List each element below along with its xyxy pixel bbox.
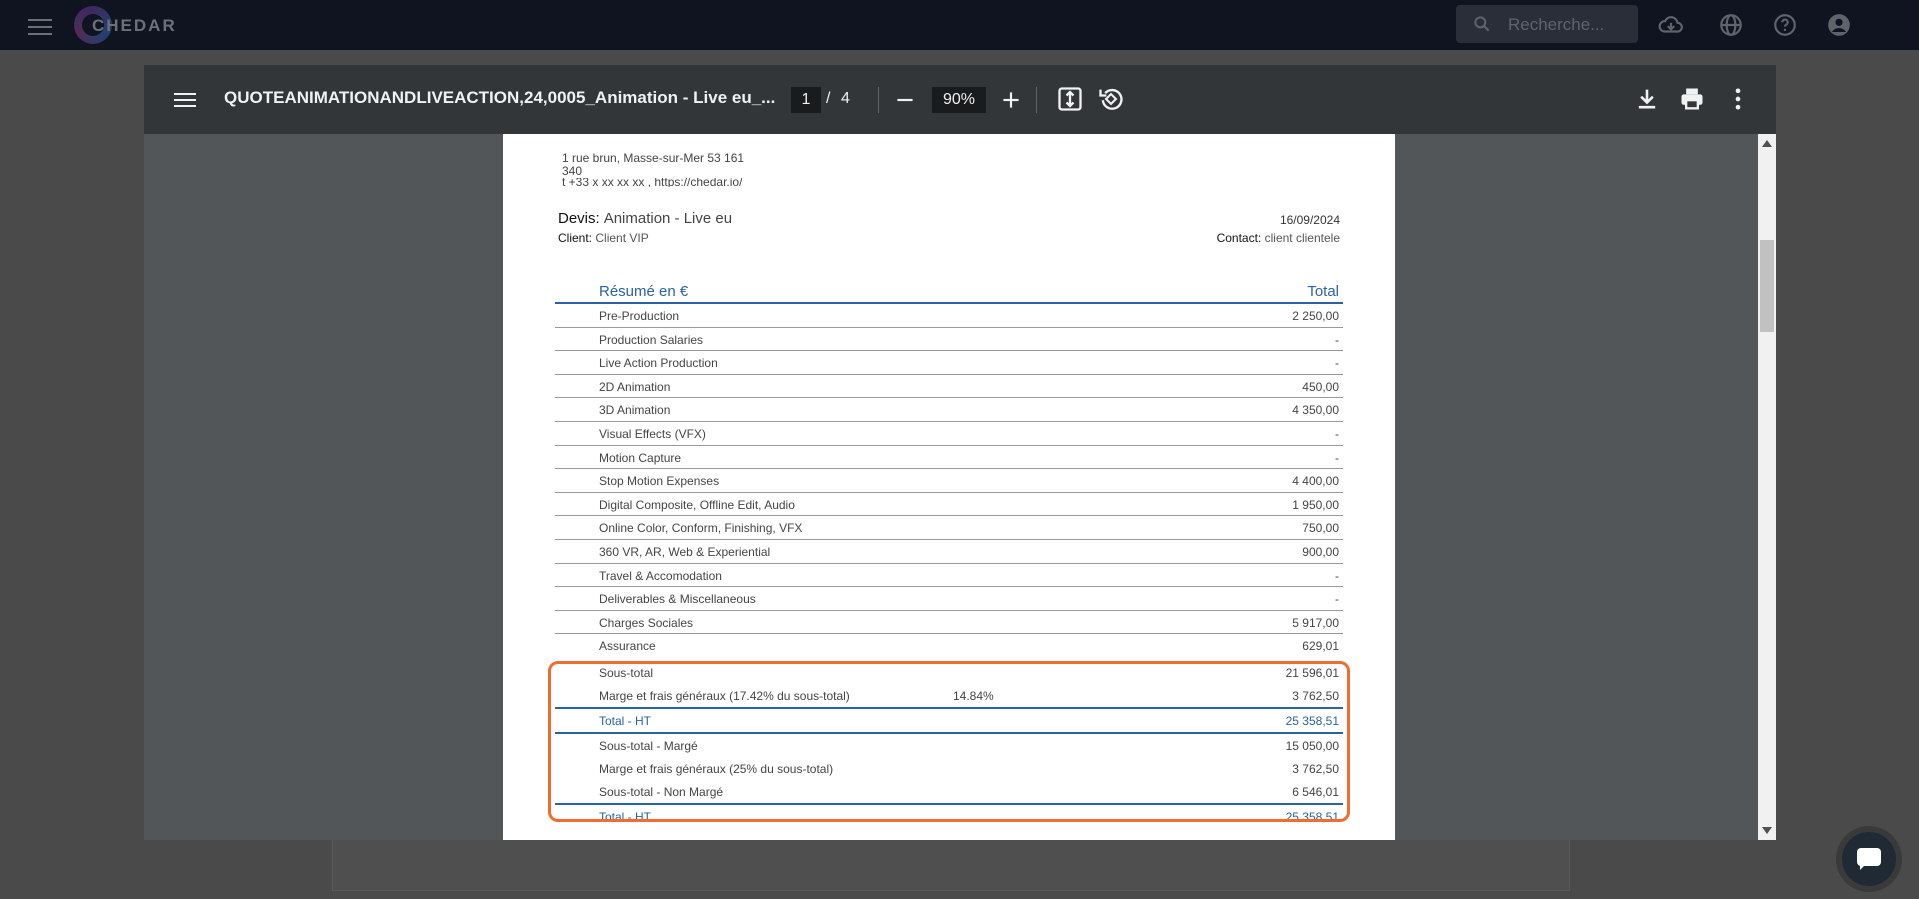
globe-icon[interactable] <box>1718 12 1744 38</box>
vertical-scrollbar[interactable] <box>1758 134 1776 840</box>
more-vert-icon[interactable] <box>1724 85 1752 113</box>
print-icon[interactable] <box>1678 85 1706 113</box>
table-row: Live Action Production - <box>555 351 1343 375</box>
page-number-input[interactable]: 1 <box>791 87 821 113</box>
company-address: 1 rue brun, Masse-sur-Mer 53 161 340 <box>562 151 745 178</box>
table-row: Visual Effects (VFX) - <box>555 422 1343 446</box>
contact-info: Contact: client clientele <box>1216 231 1340 245</box>
table-row: 360 VR, AR, Web & Experiential 900,00 <box>555 540 1343 564</box>
table-row: Assurance 629,01 <box>599 639 1339 654</box>
document-title: QUOTEANIMATIONANDLIVEACTION,24,0005_Anim… <box>224 88 776 107</box>
table-row: Production Salaries - <box>555 328 1343 352</box>
menu-icon[interactable] <box>28 14 52 36</box>
table-row: Stop Motion Expenses 4 400,00 <box>555 469 1343 493</box>
search-input[interactable]: Recherche... <box>1456 5 1638 43</box>
zoom-out-icon[interactable] <box>892 87 918 113</box>
client-info: Client: Client VIP <box>558 231 649 245</box>
app-header: CHEDAR Recherche... <box>0 0 1919 50</box>
page-separator: / <box>826 90 831 107</box>
table-row: 3D Animation 4 350,00 <box>555 398 1343 422</box>
table-row: Motion Capture - <box>555 446 1343 470</box>
chat-button[interactable] <box>1842 832 1896 886</box>
search-icon <box>1474 16 1490 32</box>
table-row: Online Color, Conform, Finishing, VFX 750… <box>555 516 1343 540</box>
scroll-thumb[interactable] <box>1760 240 1774 332</box>
toolbar-divider <box>878 87 879 113</box>
download-icon[interactable] <box>1633 85 1661 113</box>
cloud-download-icon[interactable] <box>1658 12 1684 38</box>
table-row: 2D Animation 450,00 <box>555 375 1343 399</box>
company-contact-line: t +33 x xx xx xx , https://chedar.io/ <box>562 178 743 187</box>
help-icon[interactable] <box>1772 12 1798 38</box>
zoom-in-icon[interactable] <box>998 87 1024 113</box>
chedar-logo[interactable]: CHEDAR <box>74 4 184 46</box>
summary-table-header: Résumé en € Total <box>555 282 1343 304</box>
table-row: Charges Sociales 5 917,00 <box>555 611 1343 635</box>
account-icon[interactable] <box>1826 12 1852 38</box>
quote-date: 16/09/2024 <box>1279 213 1340 227</box>
table-row: Travel & Accomodation - <box>555 564 1343 588</box>
quote-title: Devis: Animation - Live eu <box>558 210 733 227</box>
table-row: Deliverables & Miscellaneous - <box>555 587 1343 611</box>
pdf-toolbar: QUOTEANIMATIONANDLIVEACTION,24,0005_Anim… <box>144 65 1776 134</box>
page-total: 4 <box>841 90 850 107</box>
table-row: Digital Composite, Offline Edit, Audio 1 … <box>555 493 1343 517</box>
zoom-level-input[interactable]: 90% <box>932 87 986 113</box>
search-placeholder: Recherche... <box>1508 15 1605 34</box>
totals-highlight-box <box>548 661 1350 822</box>
toolbar-divider <box>1036 87 1037 113</box>
scroll-up-icon[interactable] <box>1762 140 1772 147</box>
scroll-down-icon[interactable] <box>1762 827 1772 834</box>
summary-table-rows: Pre-Production 2 250,00 Production Salari… <box>555 304 1343 657</box>
rotate-icon[interactable] <box>1097 85 1125 113</box>
fit-page-icon[interactable] <box>1056 85 1084 113</box>
menu-icon[interactable] <box>174 89 196 109</box>
table-row: Pre-Production 2 250,00 <box>555 304 1343 328</box>
